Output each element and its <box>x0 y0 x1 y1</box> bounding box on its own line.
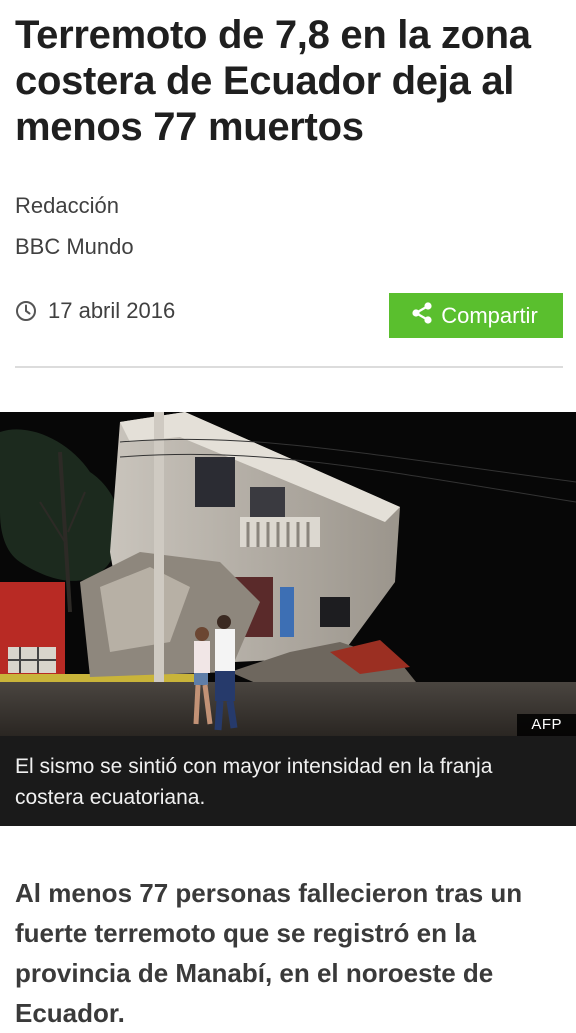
share-button[interactable]: Compartir <box>389 293 563 338</box>
byline-organization: BBC Mundo <box>15 234 134 259</box>
article-intro: Al menos 77 personas fallecieron tras un… <box>15 878 523 1028</box>
header-divider <box>15 366 563 368</box>
byline-author: Redacción <box>15 193 119 218</box>
share-icon <box>410 301 434 325</box>
clock-icon <box>15 300 37 322</box>
article: Terremoto de 7,8 en la zona costera de E… <box>0 0 576 1028</box>
article-photo: AFP <box>0 412 576 736</box>
article-headline: Terremoto de 7,8 en la zona costera de E… <box>15 13 531 149</box>
publish-date: 17 abril 2016 <box>48 298 176 323</box>
share-button-label: Compartir <box>441 302 538 328</box>
image-caption: El sismo se sintió con mayor intensidad … <box>0 736 576 826</box>
image-credit: AFP <box>517 714 576 736</box>
date-row: 17 abril 2016 <box>15 297 175 325</box>
earthquake-photo-illustration <box>0 412 576 736</box>
